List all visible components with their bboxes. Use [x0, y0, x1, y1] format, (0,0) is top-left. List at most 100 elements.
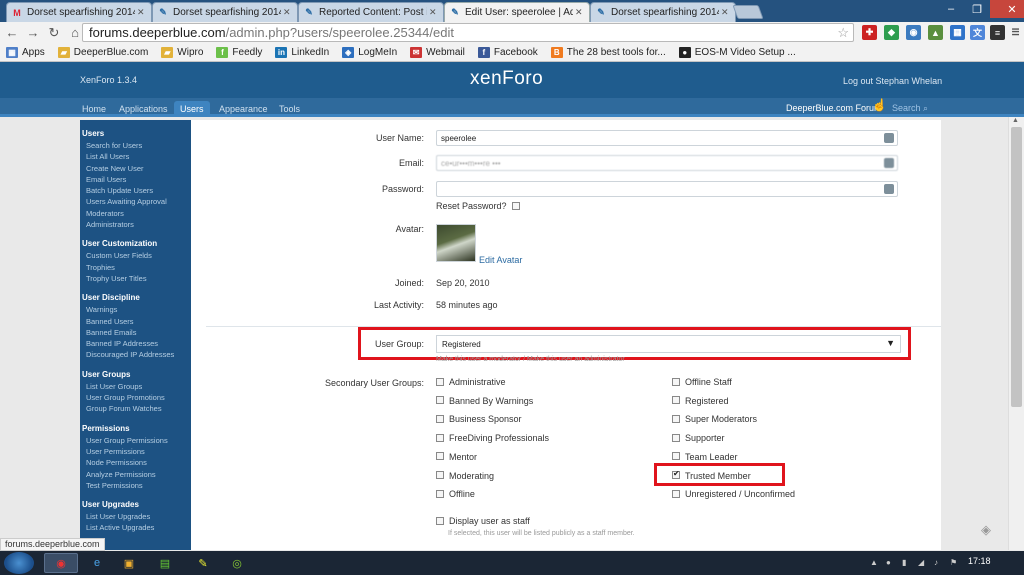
reload-icon[interactable]: ↻	[45, 24, 63, 42]
sidebar-link[interactable]: Discouraged IP Addresses	[80, 349, 191, 360]
secondary-group-checkbox[interactable]	[436, 377, 444, 386]
sidebar-section-title[interactable]: User Discipline	[80, 290, 191, 304]
secondary-group-option[interactable]: Mentor	[436, 452, 477, 462]
minimize-icon[interactable]: –	[938, 0, 964, 18]
chrome-menu-icon[interactable]: ☰	[1008, 25, 1023, 40]
buffer-extension-icon[interactable]: ≡	[990, 25, 1005, 40]
explorer-taskbar-icon[interactable]: ▣	[112, 553, 146, 573]
sidebar-section-title[interactable]: User Customization	[80, 236, 191, 250]
secondary-group-option[interactable]: Administrative	[436, 377, 506, 387]
secondary-group-checkbox[interactable]	[436, 415, 444, 424]
sidebar-link[interactable]: Banned Users	[80, 316, 191, 327]
secondary-group-checkbox[interactable]	[672, 452, 680, 461]
close-tab-icon[interactable]: ✕	[721, 7, 731, 18]
maximize-icon[interactable]: ❐	[964, 0, 990, 18]
secondary-group-option[interactable]: Moderating	[436, 471, 494, 481]
sidebar-link[interactable]: User Permissions	[80, 446, 191, 457]
app-taskbar-icon[interactable]: ▤	[148, 553, 182, 573]
sidebar-link[interactable]: List User Groups	[80, 381, 191, 392]
secondary-group-option[interactable]: FreeDiving Professionals	[436, 433, 549, 443]
nav-tab-users[interactable]: Users	[174, 101, 210, 117]
secondary-group-option[interactable]: Unregistered / Unconfirmed	[672, 489, 795, 499]
wifi-icon[interactable]: ◢	[918, 558, 928, 568]
sidebar-link[interactable]: Search for Users	[80, 140, 191, 151]
back-icon[interactable]: ←	[3, 24, 21, 42]
browser-tab[interactable]: ✎ Dorset spearfishing 2014 ✕	[152, 2, 298, 22]
sidebar-link[interactable]: Moderators	[80, 208, 191, 219]
secondary-group-option[interactable]: Offline Staff	[672, 377, 732, 387]
autofill-icon[interactable]	[884, 184, 894, 194]
nav-tab-appearance[interactable]: Appearance	[213, 101, 274, 117]
email-input[interactable]: ce•ur•••m•••re •••	[436, 155, 898, 171]
password-input[interactable]	[436, 181, 898, 197]
feedly-extension-icon[interactable]: ▲	[928, 25, 943, 40]
nav-tab-tools[interactable]: Tools	[273, 101, 306, 117]
secondary-group-option[interactable]: Super Moderators	[672, 414, 757, 424]
sidebar-section-title[interactable]: Users	[80, 126, 191, 140]
sidebar-link[interactable]: User Group Permissions	[80, 435, 191, 446]
sidebar-link[interactable]: Batch Update Users	[80, 185, 191, 196]
address-bar[interactable]: forums.deeperblue.com/admin.php?users/sp…	[82, 23, 854, 42]
sidebar-link[interactable]: Banned IP Addresses	[80, 338, 191, 349]
secondary-group-checkbox[interactable]	[672, 489, 680, 498]
moderator-admin-hint[interactable]: Make this user a moderator / Make this u…	[436, 356, 625, 363]
calendar-extension-icon[interactable]: ▦	[950, 25, 965, 40]
close-tab-icon[interactable]: ✕	[429, 7, 439, 18]
spotify-taskbar-icon[interactable]: ◎	[220, 553, 254, 573]
search-link[interactable]: Search ⌕	[892, 103, 928, 114]
close-tab-icon[interactable]: ✕	[137, 7, 147, 18]
secondary-group-option[interactable]: Business Sponsor	[436, 414, 522, 424]
evernote-extension-icon[interactable]: ◆	[884, 25, 899, 40]
browser-tab[interactable]: ✎ Dorset spearfishing 2014 ✕	[590, 2, 736, 22]
bookmark-item[interactable]: ◈ LogMeIn	[342, 46, 397, 58]
sidebar-link[interactable]: Users Awaiting Approval	[80, 196, 191, 207]
screenshot-extension-icon[interactable]: ◉	[906, 25, 921, 40]
sidebar-link[interactable]: Analyze Permissions	[80, 469, 191, 480]
bookmark-item[interactable]: f Facebook	[477, 46, 538, 58]
autofill-icon[interactable]	[884, 158, 894, 168]
browser-tab[interactable]: ✎ Edit User: speerolee | Adm ✕	[444, 2, 590, 22]
scrollbar-thumb[interactable]	[1011, 127, 1022, 407]
bookmark-star-icon[interactable]: ☆	[837, 25, 849, 41]
sidebar-link[interactable]: Test Permissions	[80, 480, 191, 491]
scroll-up-icon[interactable]: ▲	[1012, 117, 1019, 124]
sidebar-link[interactable]: Custom User Fields	[80, 250, 191, 261]
sidebar-link[interactable]: List User Upgrades	[80, 511, 191, 522]
bookmark-item[interactable]: ✉ Webmail	[410, 46, 465, 58]
edit-avatar-link[interactable]: Edit Avatar	[479, 255, 522, 265]
lastpass-extension-icon[interactable]: ✚	[862, 25, 877, 40]
secondary-group-checkbox[interactable]	[672, 433, 680, 442]
secondary-group-option[interactable]: Offline	[436, 489, 475, 499]
secondary-group-checkbox[interactable]	[436, 471, 444, 480]
bookmark-item[interactable]: ▰ DeeperBlue.com	[57, 46, 148, 58]
flag-icon[interactable]: ⚑	[950, 558, 960, 568]
chrome-taskbar-icon[interactable]: ◉	[44, 553, 78, 573]
reset-password-option[interactable]: Reset Password?	[436, 201, 525, 211]
secondary-group-checkbox[interactable]	[436, 452, 444, 461]
bookmark-item[interactable]: f Feedly	[216, 46, 262, 58]
sidebar-link[interactable]: Node Permissions	[80, 457, 191, 468]
ie-taskbar-icon[interactable]: e	[80, 553, 114, 573]
bookmark-item[interactable]: ● EOS-M Video Setup ...	[678, 46, 796, 58]
secondary-group-checkbox[interactable]	[436, 489, 444, 498]
sidebar-link[interactable]: Administrators	[80, 219, 191, 230]
close-tab-icon[interactable]: ✕	[283, 7, 293, 18]
taskbar-clock[interactable]: 17:18	[968, 556, 991, 566]
sidebar-section-title[interactable]: User Upgrades	[80, 497, 191, 511]
username-input[interactable]: speerolee	[436, 130, 898, 146]
bookmark-item[interactable]: ▦ Apps	[6, 46, 45, 58]
close-tab-icon[interactable]: ✕	[575, 7, 585, 18]
browser-tab[interactable]: ✎ Reported Content: Post in ✕	[298, 2, 444, 22]
scroll-to-top-icon[interactable]: ◈	[981, 522, 991, 538]
sidebar-link[interactable]: List Active Upgrades	[80, 522, 191, 533]
sidebar-link[interactable]: User Group Promotions	[80, 392, 191, 403]
secondary-group-checkbox[interactable]	[672, 377, 680, 386]
xenforo-logo[interactable]: xenForo	[470, 68, 543, 90]
translate-extension-icon[interactable]: 文	[970, 25, 985, 40]
secondary-group-option[interactable]: Registered	[672, 396, 729, 406]
sidebar-link[interactable]: Email Users	[80, 174, 191, 185]
secondary-group-option[interactable]: Supporter	[672, 433, 725, 443]
logout-link[interactable]: Log out Stephan Whelan	[843, 76, 942, 86]
sidebar-link[interactable]: Warnings	[80, 304, 191, 315]
secondary-group-checkbox[interactable]	[436, 396, 444, 405]
